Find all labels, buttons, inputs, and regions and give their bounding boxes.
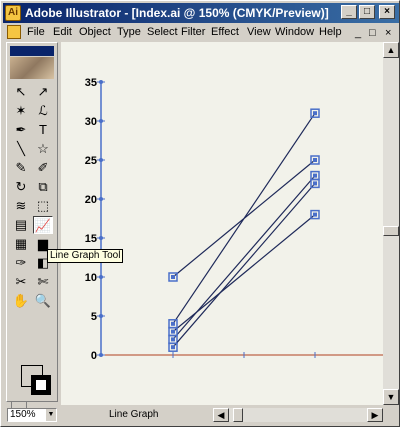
line-graph[interactable]: 0 5 10 15 20 25 30 35 (61, 42, 383, 405)
y-axis-anchor[interactable] (99, 314, 103, 318)
y-tick-label: 35 (85, 77, 97, 89)
data-point-handle[interactable] (313, 158, 317, 162)
slice-tool-icon[interactable]: ✂ (11, 273, 31, 291)
y-axis-anchor[interactable] (99, 275, 103, 279)
menu-effect[interactable]: Effect (211, 26, 239, 38)
data-point-handle[interactable] (171, 329, 175, 334)
document-icon[interactable] (7, 25, 21, 39)
doc-restore-button[interactable]: □ (369, 27, 376, 39)
data-point-handle[interactable] (171, 337, 175, 342)
series-line[interactable] (172, 175, 316, 340)
maximize-button[interactable]: □ (359, 5, 375, 19)
magic-wand-tool-icon[interactable]: ✶ (11, 102, 31, 120)
y-tick-label: 0 (91, 350, 97, 362)
lasso-tool-icon[interactable]: ℒ (33, 102, 53, 120)
menu-file[interactable]: File (27, 26, 45, 38)
series-line[interactable] (172, 112, 316, 325)
pen-tool-icon[interactable]: ✒ (11, 121, 31, 139)
zoom-value: 150% (10, 409, 36, 420)
zoom-field[interactable]: 150% ▼ (7, 408, 57, 422)
y-tick-label: 10 (85, 272, 97, 284)
scale-tool-icon[interactable]: ⧉ (33, 178, 53, 196)
tool-tooltip: Line Graph Tool (47, 249, 124, 263)
scroll-left-arrow-icon[interactable]: ◀ (213, 408, 229, 422)
y-tick-label: 30 (85, 116, 97, 128)
status-tool-label: Line Graph (109, 409, 159, 420)
zoom-tool-icon[interactable]: 🔍 (33, 292, 53, 310)
type-tool-icon[interactable]: T (33, 121, 53, 139)
doc-minimize-button[interactable]: _ (355, 27, 361, 39)
y-axis-anchor[interactable] (99, 80, 103, 84)
scroll-right-arrow-icon[interactable]: ▶ (367, 408, 383, 422)
menu-type[interactable]: Type (117, 26, 141, 38)
line-segment-tool-icon[interactable]: ╲ (11, 140, 31, 158)
data-point-handle[interactable] (171, 275, 175, 279)
window-title: Adobe Illustrator - [Index.ai @ 150% (CM… (25, 6, 329, 20)
minimize-button[interactable]: _ (341, 5, 357, 19)
direct-selection-tool-icon[interactable]: ↗ (33, 83, 53, 101)
y-axis-anchor[interactable] (99, 158, 103, 162)
data-point-handle[interactable] (313, 212, 317, 217)
data-point-handle[interactable] (313, 173, 317, 178)
toolbox-title-bar[interactable] (10, 46, 54, 56)
y-axis-anchor[interactable] (99, 119, 103, 123)
scroll-down-arrow-icon[interactable]: ▼ (383, 389, 399, 405)
free-transform-tool-icon[interactable]: ⬚ (33, 197, 53, 215)
title-bar[interactable]: Ai Adobe Illustrator - [Index.ai @ 150% … (3, 3, 399, 23)
menu-edit[interactable]: Edit (53, 26, 72, 38)
toolbox-panel: ↖ ↗ ✶ ℒ ✒ T ╲ ☆ ✎ ✐ ↻ ⧉ ≋ ⬚ ▤ 📈 ▦ ▆ ✑ ◧ ✂ ✄ ✋ 🔍 (6, 42, 58, 415)
menu-help[interactable]: Help (319, 26, 342, 38)
y-axis-anchor[interactable] (99, 236, 103, 240)
data-point-handle[interactable] (171, 321, 175, 326)
symbol-sprayer-tool-icon[interactable]: ▤ (11, 216, 31, 234)
scroll-up-arrow-icon[interactable]: ▲ (383, 42, 399, 58)
y-axis-anchor[interactable] (99, 197, 103, 201)
menu-window[interactable]: Window (275, 26, 314, 38)
close-button[interactable]: × (379, 5, 395, 19)
rotate-tool-icon[interactable]: ↻ (11, 178, 31, 196)
application-window: Ai Adobe Illustrator - [Index.ai @ 150% … (0, 0, 400, 427)
data-point-handle[interactable] (313, 181, 317, 186)
series-line[interactable] (172, 214, 316, 333)
menu-view[interactable]: View (247, 26, 271, 38)
y-tick-label: 15 (85, 233, 97, 245)
horizontal-scrollbar[interactable]: ◀ ▶ (213, 408, 383, 422)
menu-object[interactable]: Object (79, 26, 111, 38)
star-tool-icon[interactable]: ☆ (33, 140, 53, 158)
menu-select[interactable]: Select (147, 26, 178, 38)
warp-tool-icon[interactable]: ≋ (11, 197, 31, 215)
data-point-handle[interactable] (313, 111, 317, 116)
menu-bar: File Edit Object Type Select Filter Effe… (3, 24, 399, 42)
scissors-tool-icon[interactable]: ✄ (33, 273, 53, 291)
y-tick-label: 20 (85, 194, 97, 206)
vertical-scrollbar[interactable]: ▲ ▼ (383, 42, 399, 405)
doc-close-button[interactable]: × (385, 27, 391, 39)
y-tick-label: 25 (85, 155, 97, 167)
mesh-tool-icon[interactable]: ▦ (11, 235, 31, 253)
status-bar: 150% ▼ Line Graph ◀ ▶ (3, 405, 399, 425)
line-graph-tool-icon[interactable]: 📈 (33, 216, 53, 234)
zoom-dropdown-icon[interactable]: ▼ (46, 409, 56, 421)
pencil-tool-icon[interactable]: ✐ (33, 159, 53, 177)
scroll-thumb[interactable] (383, 226, 399, 236)
series-line[interactable] (172, 183, 316, 348)
y-tick-label: 5 (91, 311, 97, 323)
selection-tool-icon[interactable]: ↖ (11, 83, 31, 101)
hand-tool-icon[interactable]: ✋ (11, 292, 31, 310)
stroke-swatch[interactable] (31, 375, 51, 395)
eyedropper-tool-icon[interactable]: ✑ (11, 254, 31, 272)
data-point-handle[interactable] (171, 345, 175, 350)
paintbrush-tool-icon[interactable]: ✎ (11, 159, 31, 177)
menu-filter[interactable]: Filter (181, 26, 205, 38)
artboard-canvas[interactable]: 0 5 10 15 20 25 30 35 (61, 42, 383, 405)
toolbox-logo (10, 57, 54, 79)
hscroll-thumb[interactable] (233, 408, 243, 422)
y-axis-anchor[interactable] (99, 353, 103, 357)
illustrator-icon[interactable]: Ai (5, 5, 21, 21)
